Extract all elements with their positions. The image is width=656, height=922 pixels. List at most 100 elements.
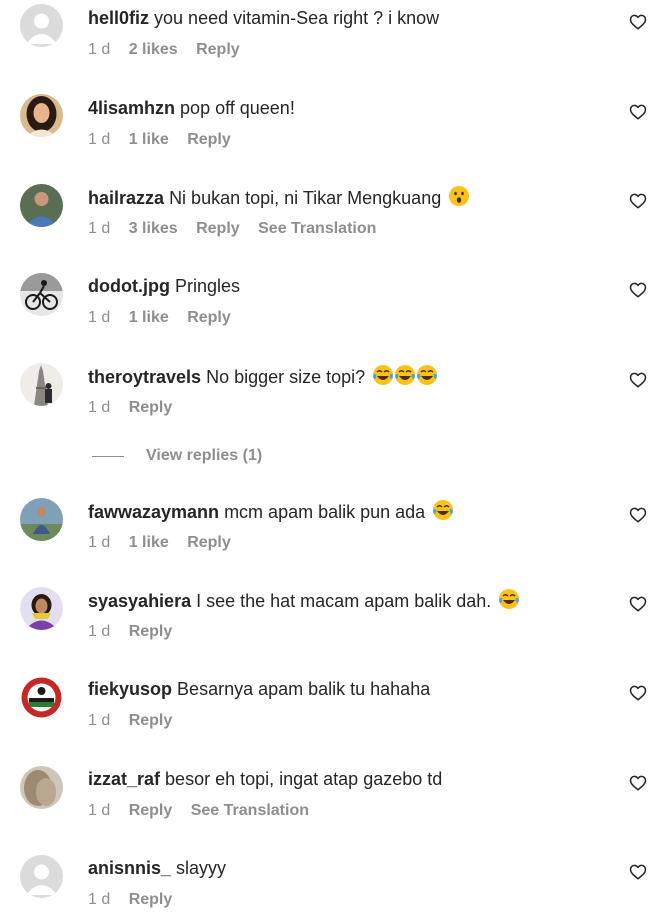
comment-text-line: dodot.jpg Pringles [88,274,240,298]
comment-time[interactable]: 1 d [88,623,110,640]
comment-body: No bigger size topi? [206,367,366,387]
heart-outline-icon[interactable] [629,13,647,31]
heart-outline-icon[interactable] [629,863,647,881]
comment-body: I see the hat macam apam balik dah. [196,591,492,611]
comment-body: mcm apam balik pun ada [224,502,426,522]
default-avatar-icon [20,4,63,47]
reply-button[interactable]: Reply [129,802,173,819]
comment-username[interactable]: syasyahiera [88,591,191,611]
comment-text-line: fiekyusop Besarnya apam balik tu hahaha [88,677,430,701]
comment-body: pop off queen! [180,98,295,118]
man-outdoors-avatar [20,498,63,541]
comment-text-line: 4lisamhzn pop off queen! [88,96,295,120]
reply-button[interactable]: Reply [129,623,173,640]
comment-username[interactable]: fawwazaymann [88,502,219,522]
reply-button[interactable]: Reply [129,712,173,729]
heart-outline-icon[interactable] [629,684,647,702]
comment-meta: 1 d Reply [88,711,186,731]
comment-meta: 1 d Reply [88,622,186,642]
comment-time[interactable]: 1 d [88,802,110,819]
comment-meta: 1 d 1 like Reply [88,308,245,328]
default-avatar-icon [20,855,63,898]
comment-meta: 1 d 2 likes Reply [88,40,254,60]
comment-meta: 1 d Reply [88,398,186,418]
avatar[interactable] [20,498,63,541]
reply-button[interactable]: Reply [187,534,231,551]
likes-count[interactable]: 1 like [129,309,169,326]
blurred-hair-avatar [20,766,63,809]
comment-time[interactable]: 1 d [88,534,110,551]
comment-time[interactable]: 1 d [88,131,110,148]
comment-username[interactable]: hell0fiz [88,8,149,28]
avatar[interactable] [20,184,63,227]
comment-text-line: hell0fiz you need vitamin-Sea right ? i … [88,6,439,30]
comment-time[interactable]: 1 d [88,712,110,729]
comment-username[interactable]: anisnnis_ [88,858,171,878]
likes-count[interactable]: 1 like [129,131,169,148]
tears-of-joy-emoji-icon [499,589,520,609]
comment-time[interactable]: 1 d [88,309,110,326]
woman-purple-avatar [20,587,63,630]
reply-button[interactable]: Reply [196,220,240,237]
comment-body: Pringles [174,276,241,296]
likes-count[interactable]: 3 likes [129,220,178,237]
avatar[interactable] [20,676,63,719]
avatar[interactable] [20,855,63,898]
tears-of-joy-emoji-icon [433,500,454,520]
red-emblem-avatar [20,676,63,719]
comment-body: Besarnya apam balik tu hahaha [177,679,431,699]
comment-username[interactable]: fiekyusop [88,679,172,699]
avatar[interactable] [20,94,63,137]
view-replies-button[interactable]: View replies (1) [92,444,262,468]
comment-time[interactable]: 1 d [88,220,110,237]
heart-outline-icon[interactable] [629,774,647,792]
comment-username[interactable]: 4lisamhzn [88,98,175,118]
heart-outline-icon[interactable] [629,506,647,524]
likes-count[interactable]: 2 likes [129,41,178,58]
heart-outline-icon[interactable] [629,103,647,121]
replies-divider [92,455,124,457]
view-replies-label[interactable]: View replies (1) [146,447,262,465]
avatar[interactable] [20,587,63,630]
heart-outline-icon[interactable] [629,371,647,389]
likes-count[interactable]: 1 like [129,534,169,551]
heart-outline-icon[interactable] [629,595,647,613]
avatar[interactable] [20,273,63,316]
comment-text-line: izzat_raf besor eh topi, ingat atap gaze… [88,767,442,791]
comment-text-line: hailrazza Ni bukan topi, ni Tikar Mengku… [88,185,470,210]
avatar[interactable] [20,363,63,406]
tears-of-joy-emoji-icon [373,365,438,385]
comment-time[interactable]: 1 d [88,399,110,416]
comment-meta: 1 d 1 like Reply [88,533,245,553]
reply-button[interactable]: Reply [196,41,240,58]
comment-body: besor eh topi, ingat atap gazebo td [165,769,443,789]
comment-username[interactable]: theroytravels [88,367,201,387]
man-blue-shirt-avatar [20,184,63,227]
comment-username[interactable]: hailrazza [88,188,164,208]
reply-button[interactable]: Reply [129,399,173,416]
surprised-face-emoji-icon [449,186,470,206]
comment-username[interactable]: dodot.jpg [88,276,170,296]
comment-meta: 1 d Reply See Translation [88,801,323,821]
woman-portrait-avatar [20,94,63,137]
comment-username[interactable]: izzat_raf [88,769,160,789]
comment-time[interactable]: 1 d [88,891,110,908]
comment-meta: 1 d 1 like Reply [88,130,245,150]
heart-outline-icon[interactable] [629,281,647,299]
comment-text-line: anisnnis_ slayyy [88,856,226,880]
see-translation-button[interactable]: See Translation [191,802,309,819]
comment-meta: 1 d Reply [88,890,186,910]
comment-time[interactable]: 1 d [88,41,110,58]
reply-button[interactable]: Reply [187,309,231,326]
avatar[interactable] [20,766,63,809]
comment-text-line: syasyahiera I see the hat macam apam bal… [88,588,520,613]
reply-button[interactable]: Reply [129,891,173,908]
comment-meta: 1 d 3 likes Reply See Translation [88,219,390,239]
comment-text-line: fawwazaymann mcm apam balik pun ada [88,499,454,524]
heart-outline-icon[interactable] [629,192,647,210]
see-translation-button[interactable]: See Translation [258,220,376,237]
avatar[interactable] [20,4,63,47]
comment-body: slayyy [176,858,227,878]
comment-body: you need vitamin-Sea right ? i know [154,8,440,28]
reply-button[interactable]: Reply [187,131,231,148]
